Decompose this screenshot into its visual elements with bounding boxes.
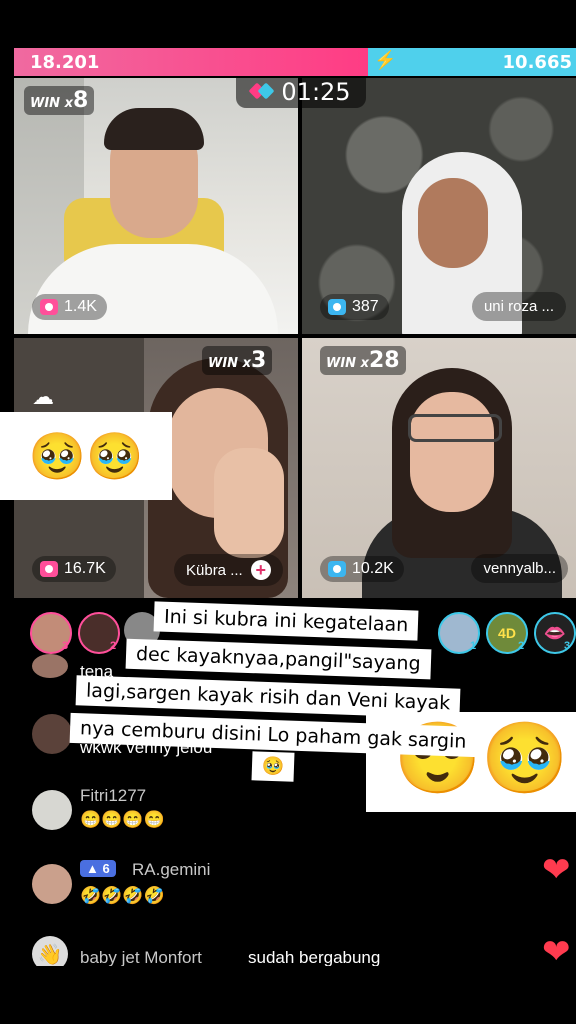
commenter-avatar[interactable] [32,654,68,678]
top-gifter-avatar[interactable] [124,612,160,648]
timer-text: 01:25 [281,78,351,106]
comment-user[interactable]: RA.gemini [132,860,210,880]
heart-icon: ❤ [542,933,571,971]
heart-icon: ❤ [542,851,571,889]
commenter-avatar[interactable] [32,714,72,754]
viewer-count: 387 [320,294,389,320]
win-badge: WIN x28 [320,346,406,375]
emoji-sticker: 🥹🥹 [0,412,172,500]
left-score: 18.201 [30,52,100,73]
battle-timer: 01:25 [236,76,366,108]
guest-name[interactable]: Kübra ... + [174,554,283,586]
comment-text: wkwk venny jelou [80,738,213,757]
person-face [410,392,494,512]
comment-feed[interactable]: tena wkwk venny jelou Fitri1277 😁😁😁😁 ▲ 6… [0,650,576,966]
viewer-count: 16.7K [32,556,116,582]
comment-text: sudah bergabung [248,948,381,966]
guest-name[interactable]: vennyalb... [471,554,568,583]
camera-icon [328,299,346,315]
comment-user: tena [80,662,114,681]
wave-icon: 👋 [32,936,68,966]
guest-tile-4[interactable]: WIN x28 10.2K vennyalb... [302,338,576,598]
bolt-icon: ⚡ [374,50,397,70]
guest-tile-1[interactable]: WIN x8 1.4K [14,78,298,334]
viewer-count: 10.2K [320,556,404,582]
win-badge: WIN x8 [24,86,95,115]
guest-name[interactable]: uni roza ... [471,292,566,321]
comment-text: 🤣🤣🤣🤣 [80,886,165,905]
camera-icon [40,561,58,577]
add-icon[interactable]: + [250,560,271,580]
guest-tile-2[interactable]: 387 uni roza ... [302,78,576,334]
battle-icon [248,82,275,101]
commenter-avatar[interactable] [32,790,72,830]
level-badge: ▲ 6 [80,860,116,877]
right-score: 10.665 [502,52,572,73]
cloud-icon: ☁ [32,384,54,409]
person-hands [214,448,284,558]
comment-user[interactable]: Fitri1277 [80,786,146,806]
camera-icon [328,561,346,577]
person-hair [104,108,204,150]
glasses [408,414,502,442]
comment-text: 😁😁😁😁 [80,810,165,829]
camera-icon [40,299,58,315]
commenter-avatar[interactable] [32,864,72,904]
battle-score-bar: 18.201 10.665 ⚡ [14,48,576,76]
win-badge: WIN x3 [202,346,273,375]
level-icon: ▲ [86,861,99,876]
comment-user[interactable]: baby jet Monfort [80,948,202,966]
person-face [418,178,488,268]
caption-line: Ini si kubra ini kegatelaan [153,601,419,641]
viewer-count: 1.4K [32,294,107,320]
